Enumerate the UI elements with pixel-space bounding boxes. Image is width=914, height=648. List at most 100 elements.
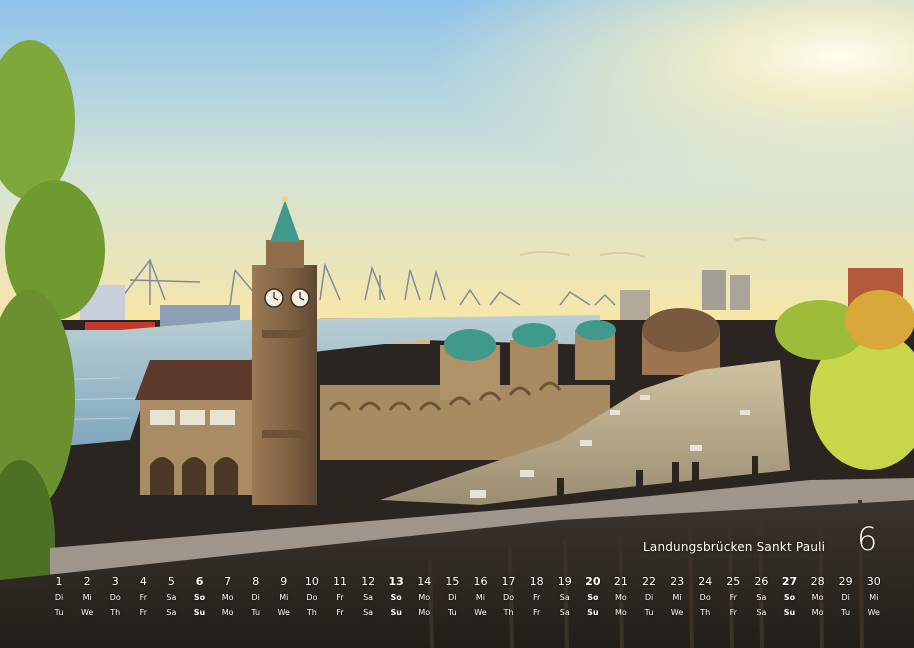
calendar-day-number: 4 [139, 575, 147, 588]
calendar-weekday-de: So [783, 593, 796, 602]
calendar-weekday-de: Sa [363, 593, 374, 602]
tower-building [702, 270, 726, 310]
tree-right [775, 290, 914, 470]
calendar-day: 18 Fr Fr [523, 575, 551, 627]
calendar-weekday-de: Di [54, 593, 64, 602]
calendar-day: 12 Sa Sa [354, 575, 382, 627]
calendar-weekday-de: So [587, 593, 599, 602]
calendar-day: 28 Mo Mo [804, 575, 832, 627]
calendar-day-number: 14 [417, 575, 432, 588]
elbe-tunnel-building [642, 308, 720, 375]
month-number: 6 [857, 520, 878, 558]
calendar-day: 26 Sa Sa [747, 575, 775, 627]
calendar-weekday-en: We [867, 608, 880, 617]
calendar-weekday-en: Mo [811, 608, 824, 617]
calendar-day: 16 Mi We [466, 575, 494, 627]
calendar-day-number: 9 [280, 575, 288, 588]
calendar-weekday-de: Fr [729, 593, 737, 602]
calendar-day: 11 Fr Fr [326, 575, 354, 627]
calendar-day-number: 20 [585, 575, 601, 588]
calendar-day-number: 2 [83, 575, 91, 588]
calendar-day-number: 28 [810, 575, 825, 588]
calendar-weekday-de: Mi [475, 593, 486, 602]
calendar-weekday-en: Mo [418, 608, 431, 617]
calendar-weekday-de: Mo [418, 593, 431, 602]
calendar-day: 2 Mi We [73, 575, 101, 627]
calendar-weekday-en: Tu [644, 608, 654, 617]
calendar-day: 1 Di Tu [45, 575, 73, 627]
calendar-day-number: 1 [55, 575, 63, 588]
calendar-day: 3 Do Th [101, 575, 129, 627]
calendar-day: 21 Mo Mo [607, 575, 635, 627]
calendar-day: 24 Do Th [691, 575, 719, 627]
calendar-weekday-en: Tu [841, 608, 851, 617]
calendar-weekday-en: Su [587, 608, 599, 617]
calendar-strip: 1 Di Tu 2 Mi We 3 Do Th 4 Fr Fr 5 Sa Sa 6 So Su 7 Mo Mo 8 Di Tu… [45, 575, 887, 627]
pier-hall [135, 360, 260, 495]
calendar-weekday-en: Fr [139, 608, 147, 617]
photo-caption: Landungsbrücken Sankt Pauli [643, 540, 826, 554]
calendar-weekday-de: Di [841, 593, 850, 602]
calendar-weekday-de: Mi [672, 593, 682, 602]
tower-building-2 [730, 275, 750, 310]
calendar-day: 8 Di Tu [242, 575, 270, 627]
calendar-weekday-en: We [80, 608, 94, 617]
calendar-weekday-de: Di [448, 593, 457, 602]
calendar-day-number: 3 [111, 575, 119, 588]
calendar-day: 17 Do Th [495, 575, 523, 627]
calendar-weekday-en: Sa [363, 608, 374, 617]
calendar-day-number: 13 [388, 575, 404, 588]
calendar-weekday-en: Fr [532, 608, 541, 617]
calendar-day: 30 Mi We [860, 575, 888, 627]
calendar-weekday-de: Do [503, 593, 515, 602]
calendar-day: 20 So Su [579, 575, 607, 627]
calendar-day-number: 18 [529, 575, 544, 588]
calendar-day: 19 Sa Sa [551, 575, 579, 627]
calendar-day-number: 26 [754, 575, 769, 588]
calendar-weekday-en: Tu [447, 608, 457, 617]
calendar-day-number: 24 [698, 575, 713, 588]
calendar-weekday-de: Fr [336, 593, 344, 602]
calendar-weekday-en: Sa [559, 608, 570, 617]
calendar-weekday-en: We [277, 608, 290, 617]
calendar-day-number: 27 [781, 575, 798, 588]
calendar-weekday-en: Mo [615, 608, 627, 617]
calendar-weekday-de: Mi [279, 593, 289, 602]
calendar-weekday-de: So [390, 593, 402, 602]
calendar-weekday-en: We [474, 608, 487, 617]
city-building [620, 290, 650, 320]
calendar-weekday-de: Di [251, 593, 260, 602]
calendar-day: 27 So Su [775, 575, 803, 627]
calendar-day-number: 5 [167, 575, 175, 588]
calendar-weekday-en: Su [193, 608, 206, 617]
calendar-weekday-en: We [670, 608, 684, 617]
calendar-day: 14 Mo Mo [410, 575, 438, 627]
calendar-day: 4 Fr Fr [129, 575, 157, 627]
calendar-day-number: 19 [557, 575, 572, 588]
calendar-day-number: 12 [361, 575, 376, 588]
calendar-weekday-en: Sa [166, 608, 177, 617]
calendar-weekday-en: Th [110, 608, 121, 617]
calendar-weekday-en: Th [503, 608, 514, 617]
calendar-day: 5 Sa Sa [157, 575, 185, 627]
calendar-day-number: 7 [224, 575, 232, 588]
calendar-day-number: 30 [866, 575, 881, 588]
calendar-weekday-de: Mi [82, 593, 92, 602]
calendar-day-number: 8 [252, 575, 260, 588]
calendar-weekday-en: Th [700, 608, 711, 617]
calendar-day-number: 6 [195, 575, 204, 588]
calendar-weekday-en: Tu [54, 608, 64, 617]
calendar-weekday-en: Mo [221, 608, 234, 617]
calendar-day: 6 So Su [185, 575, 213, 627]
calendar-day: 22 Di Tu [635, 575, 663, 627]
calendar-day: 15 Di Tu [438, 575, 466, 627]
calendar-day-number: 15 [445, 575, 460, 588]
calendar-weekday-en: Su [783, 608, 796, 617]
calendar-weekday-en: Sa [756, 608, 767, 617]
calendar-day-number: 29 [838, 575, 853, 588]
calendar-weekday-de: Sa [166, 593, 177, 602]
calendar-weekday-de: Sa [756, 593, 767, 602]
calendar-weekday-en: Fr [729, 608, 737, 617]
calendar-weekday-de: So [193, 593, 206, 602]
calendar-weekday-de: Do [109, 593, 121, 602]
